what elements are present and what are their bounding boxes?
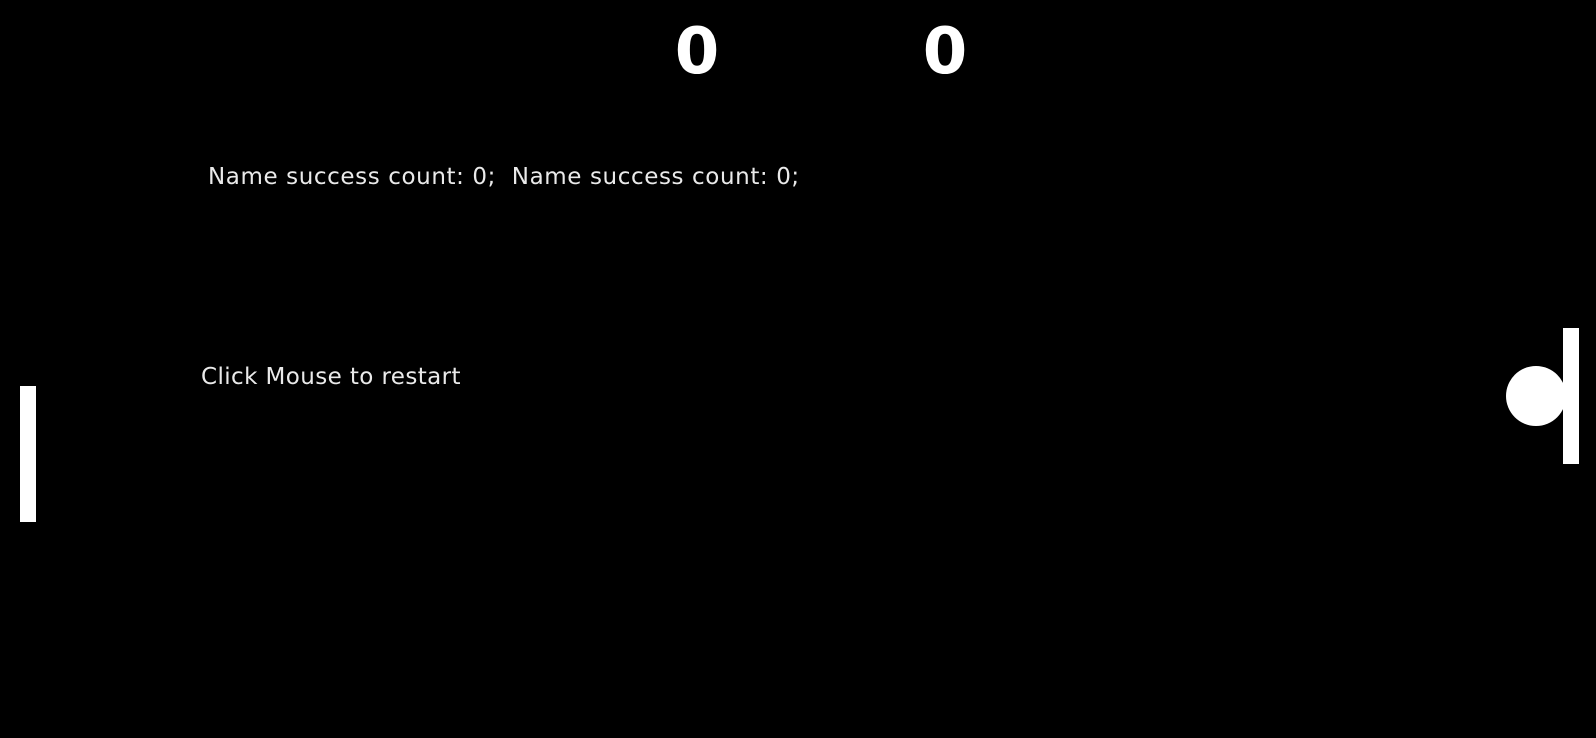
right-paddle (1563, 328, 1579, 464)
left-score: 0 (674, 15, 720, 89)
restart-message: Click Mouse to restart (201, 364, 461, 390)
left-paddle (20, 386, 36, 522)
success-count-text: Name success count: 0; Name success coun… (208, 164, 800, 190)
right-score: 0 (922, 15, 968, 89)
game-canvas[interactable]: 0 0 Name success count: 0; Name success … (0, 0, 1596, 738)
ball (1506, 366, 1566, 426)
